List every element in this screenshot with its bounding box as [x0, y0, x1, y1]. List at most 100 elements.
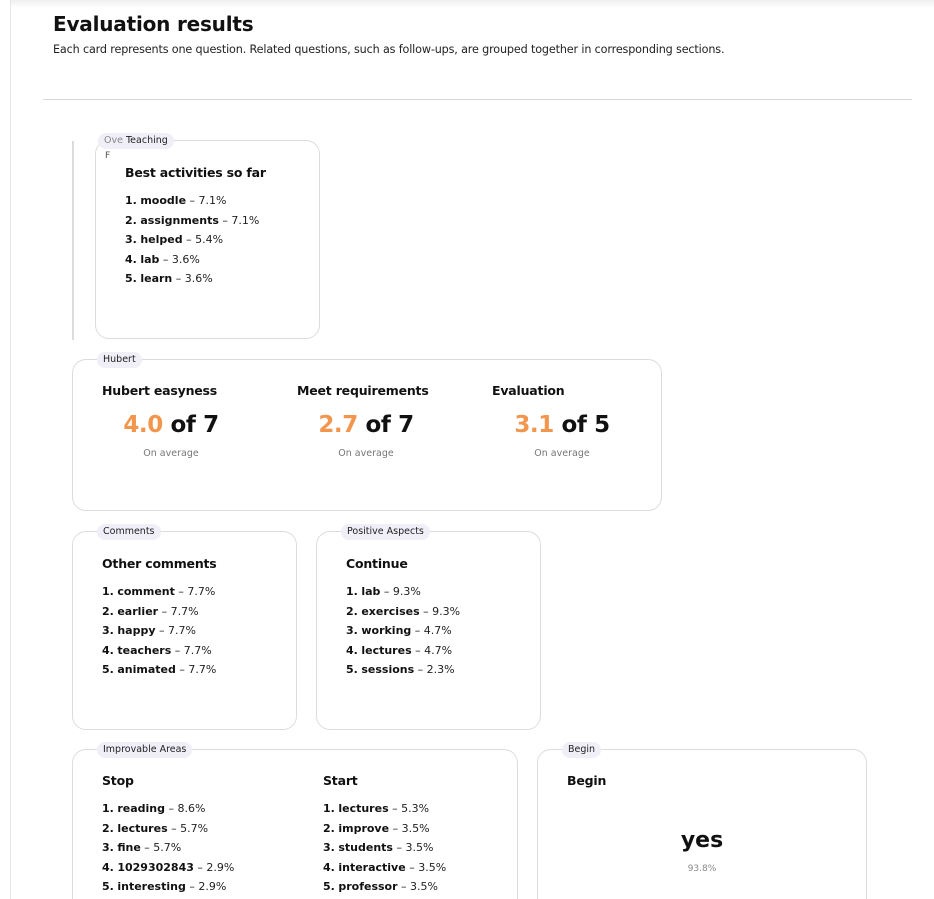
metric-hubert-easyness: 4.0 of 7 On average	[91, 412, 251, 459]
card-title: Best activities so far	[125, 165, 266, 180]
word: happy	[117, 624, 156, 637]
word: students	[338, 841, 393, 854]
list-item: 1. reading – 8.6%	[102, 802, 206, 815]
metric-title: Evaluation	[492, 383, 565, 398]
metric-caption: On average	[338, 448, 394, 459]
word: lectures	[117, 821, 168, 835]
list-item: 1. lectures – 5.3%	[323, 802, 430, 815]
pct: 7.7%	[188, 663, 217, 676]
word: improve	[338, 821, 390, 835]
word: helped	[140, 233, 183, 246]
top-answer-pct: 93.8%	[687, 864, 717, 874]
list-item: 3. fine – 5.7%	[102, 841, 182, 854]
metric-caption: On average	[143, 448, 199, 459]
metric-value: 4.0 of 7	[91, 412, 251, 438]
section-tag-teaching: Ove Teaching	[98, 133, 174, 149]
list-item: 3. students – 3.5%	[323, 841, 434, 854]
rank: 2.	[346, 604, 358, 618]
list-item: 2. lectures – 5.7%	[102, 821, 209, 835]
top-shadow	[10, 0, 934, 8]
pct: 7.7%	[183, 643, 212, 657]
word: animated	[117, 663, 176, 676]
top-answer: yes	[680, 828, 724, 853]
list-item: 3. helped – 5.4%	[125, 233, 224, 246]
rank: 2.	[102, 604, 114, 618]
rank: 5.	[102, 880, 114, 893]
page-subtitle: Each card represents one question. Relat…	[53, 43, 725, 56]
rank: 2.	[125, 213, 137, 227]
pct: 9.3%	[392, 585, 421, 598]
rank: 4.	[102, 860, 114, 874]
metric-score: 2.7	[318, 412, 358, 438]
list-item: 2. earlier – 7.7%	[102, 604, 199, 618]
pct: 7.1%	[198, 194, 227, 207]
word: moodle	[140, 194, 187, 207]
card-title: Stop	[102, 773, 134, 788]
list-item: 4. lab – 3.6%	[125, 252, 200, 266]
word: fine	[117, 841, 141, 854]
ranked-list: 1. comment – 7.7% 2. earlier – 7.7% 3. h…	[102, 582, 216, 680]
card-title: Continue	[346, 556, 408, 571]
word: teachers	[117, 643, 172, 657]
rank: 3.	[102, 841, 114, 854]
metric-value: 3.1 of 5	[482, 412, 642, 438]
pct: 2.3%	[426, 663, 455, 676]
pct: 5.4%	[195, 233, 224, 246]
section-tag-hubert: Hubert	[97, 352, 142, 368]
section-tag-comments: Comments	[97, 524, 161, 540]
rank: 1.	[346, 585, 358, 598]
rank: 1.	[102, 585, 114, 598]
rank: 3.	[323, 841, 335, 854]
word: assignments	[140, 213, 219, 227]
word: sessions	[361, 663, 415, 676]
metric-title: Hubert easyness	[102, 383, 218, 398]
rank: 5.	[102, 663, 114, 676]
word: interactive	[338, 860, 406, 874]
rank: 1.	[125, 194, 137, 207]
card-title: Begin	[567, 773, 607, 788]
pct: 3.5%	[401, 821, 430, 835]
word: professor	[338, 880, 398, 893]
rank: 4.	[102, 643, 114, 657]
metric-title: Meet requirements	[297, 383, 429, 398]
metric-score: 3.1	[514, 412, 554, 438]
pct: 9.3%	[432, 604, 461, 618]
pct: 7.7%	[170, 604, 199, 618]
list-item: 4. 1029302843 – 2.9%	[102, 860, 235, 874]
tag-partial-label-2: F	[105, 151, 111, 161]
tag-label: Teaching	[125, 135, 168, 146]
word: lectures	[338, 802, 389, 815]
section-tag-improvable: Improvable Areas	[97, 742, 193, 758]
word: lectures	[361, 643, 412, 657]
rank: 4.	[346, 643, 358, 657]
list-item: 3. working – 4.7%	[346, 624, 452, 637]
word: exercises	[361, 604, 420, 618]
metric-score: 4.0	[123, 412, 163, 438]
metric-scale: of 7	[357, 412, 414, 438]
pct: 5.7%	[153, 841, 182, 854]
word: comment	[117, 585, 175, 598]
list-item: 2. exercises – 9.3%	[346, 604, 461, 618]
list-item: 2. improve – 3.5%	[323, 821, 430, 835]
list-item: 4. interactive – 3.5%	[323, 860, 447, 874]
pct: 7.7%	[168, 624, 196, 637]
rank: 4.	[323, 860, 335, 874]
ranked-list: 1. lab – 9.3% 2. exercises – 9.3% 3. wor…	[346, 582, 460, 680]
header-divider	[43, 99, 912, 100]
word: reading	[117, 802, 166, 815]
word: working	[361, 624, 412, 637]
metric-evaluation: 3.1 of 5 On average	[482, 412, 642, 459]
pct: 2.9%	[198, 880, 227, 893]
metric-value: 2.7 of 7	[286, 412, 446, 438]
ranked-list: 1. lectures – 5.3% 2. improve – 3.5% 3. …	[323, 799, 446, 897]
list-item: 4. lectures – 4.7%	[346, 643, 453, 657]
pct: 3.5%	[410, 880, 438, 893]
tag-partial-label: Ove	[104, 135, 123, 146]
rank: 5.	[323, 880, 335, 893]
list-item: 5. interesting – 2.9%	[102, 880, 227, 893]
ranked-list: 1. reading – 8.6% 2. lectures – 5.7% 3. …	[102, 799, 234, 897]
pct: 5.3%	[401, 802, 430, 815]
pct: 7.7%	[187, 585, 216, 598]
rank: 4.	[125, 252, 137, 266]
card-title: Start	[323, 773, 358, 788]
